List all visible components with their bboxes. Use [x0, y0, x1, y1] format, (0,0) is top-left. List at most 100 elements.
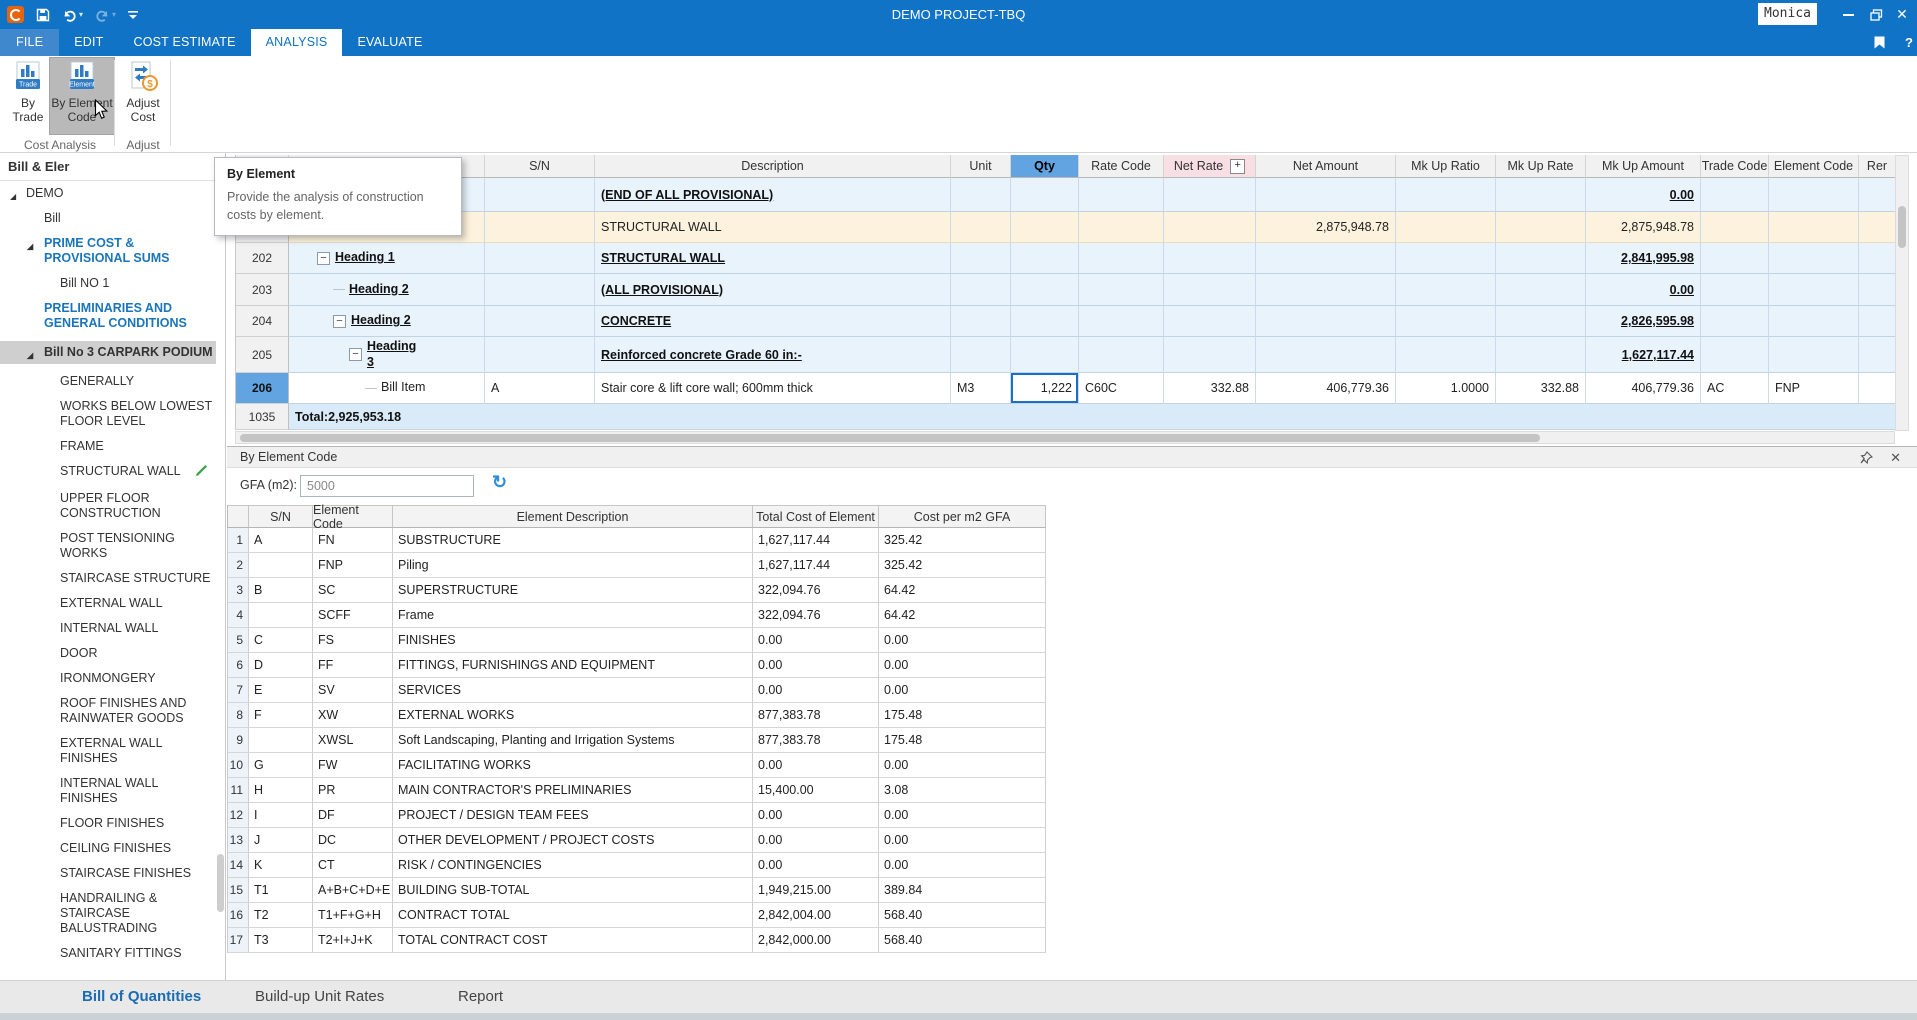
grid-cell-element[interactable]: [1769, 243, 1859, 274]
panel-row-3[interactable]: 3BSCSUPERSTRUCTURE322,094.7664.42: [228, 578, 1046, 603]
panel-cell-total[interactable]: 322,094.76: [753, 603, 879, 628]
sidebar-item-internal-wall[interactable]: INTERNAL WALL: [0, 621, 216, 636]
redo-icon[interactable]: ▾: [95, 8, 116, 22]
grid-cell-trade[interactable]: [1701, 337, 1769, 373]
grid-cell-mk_amount[interactable]: 1,627,117.44: [1586, 337, 1701, 373]
grid-col-header-description[interactable]: Description: [595, 155, 951, 178]
grid-col-header-mk-up-ratio[interactable]: Mk Up Ratio: [1396, 155, 1496, 178]
panel-cell-num[interactable]: 6: [228, 653, 249, 678]
grid-cell-unit[interactable]: [951, 212, 1011, 243]
panel-cell-sn[interactable]: [249, 728, 313, 753]
grid-cell-net_rate[interactable]: [1164, 306, 1256, 337]
grid-cell-num[interactable]: 206: [236, 373, 289, 404]
grid-cell-trade[interactable]: AC: [1701, 373, 1769, 404]
panel-col-header-s-n[interactable]: S/N: [249, 505, 313, 528]
grid-cell-type[interactable]: −Heading 1: [289, 243, 485, 274]
panel-cell-code[interactable]: FW: [313, 753, 393, 778]
panel-cell-total[interactable]: 0.00: [753, 853, 879, 878]
panel-cell-total[interactable]: 0.00: [753, 803, 879, 828]
help-icon[interactable]: ?: [1905, 29, 1913, 56]
sidebar-item-post-tensioning[interactable]: POST TENSIONING WORKS: [0, 531, 216, 561]
grid-cell-unit[interactable]: [951, 243, 1011, 274]
gfa-input[interactable]: [300, 475, 474, 497]
panel-cell-num[interactable]: 13: [228, 828, 249, 853]
grid-cell-rate_code[interactable]: [1079, 306, 1164, 337]
menu-tab-analysis[interactable]: ANALYSIS: [251, 29, 343, 56]
panel-col-header-element-description[interactable]: Element Description: [393, 505, 753, 528]
grid-cell-sn[interactable]: [485, 178, 595, 212]
panel-cell-sn[interactable]: T2: [249, 903, 313, 928]
panel-cell-code[interactable]: CT: [313, 853, 393, 878]
grid-cell-unit[interactable]: [951, 178, 1011, 212]
grid-cell-trade[interactable]: [1701, 212, 1769, 243]
panel-cell-desc[interactable]: OTHER DEVELOPMENT / PROJECT COSTS: [393, 828, 753, 853]
scrollbar-thumb[interactable]: [240, 434, 1540, 442]
sidebar-item-external-wall[interactable]: EXTERNAL WALL: [0, 596, 216, 611]
panel-cell-desc[interactable]: RISK / CONTINGENCIES: [393, 853, 753, 878]
panel-cell-per[interactable]: 389.84: [879, 878, 1046, 903]
panel-cell-desc[interactable]: SERVICES: [393, 678, 753, 703]
sidebar-item-ironmongery[interactable]: IRONMONGERY: [0, 671, 216, 686]
menu-tab-file[interactable]: FILE: [0, 29, 59, 56]
grid-cell-trade[interactable]: [1701, 274, 1769, 306]
panel-cell-code[interactable]: XWSL: [313, 728, 393, 753]
panel-cell-total[interactable]: 15,400.00: [753, 778, 879, 803]
grid-cell-type[interactable]: −Heading 2: [289, 306, 485, 337]
panel-cell-code[interactable]: SV: [313, 678, 393, 703]
grid-cell-rem[interactable]: [1859, 306, 1896, 337]
grid-row-206[interactable]: 206Bill ItemAStair core & lift core wall…: [236, 373, 1896, 404]
panel-cell-code[interactable]: SCFF: [313, 603, 393, 628]
grid-cell-desc[interactable]: (END OF ALL PROVISIONAL): [595, 178, 951, 212]
grid-cell-rate_code[interactable]: [1079, 243, 1164, 274]
grid-cell-net_rate[interactable]: [1164, 337, 1256, 373]
grid-cell-rate_code[interactable]: [1079, 337, 1164, 373]
panel-cell-code[interactable]: FF: [313, 653, 393, 678]
panel-cell-num[interactable]: 4: [228, 603, 249, 628]
panel-cell-code[interactable]: DF: [313, 803, 393, 828]
panel-cell-per[interactable]: 568.40: [879, 928, 1046, 953]
panel-cell-total[interactable]: 1,949,215.00: [753, 878, 879, 903]
panel-cell-total[interactable]: 1,627,117.44: [753, 553, 879, 578]
sidebar-item-staircase-structure[interactable]: STAIRCASE STRUCTURE: [0, 571, 216, 586]
sidebar-item-floor-finishes[interactable]: FLOOR FINISHES: [0, 816, 216, 831]
grid-cell-element[interactable]: [1769, 212, 1859, 243]
minimize-button[interactable]: [1837, 0, 1859, 29]
undo-icon[interactable]: ▾: [62, 8, 83, 22]
panel-cell-sn[interactable]: T3: [249, 928, 313, 953]
sidebar-item-works-below-lowest[interactable]: WORKS BELOW LOWEST FLOOR LEVEL: [0, 399, 216, 429]
panel-cell-desc[interactable]: FACILITATING WORKS: [393, 753, 753, 778]
grid-row-203[interactable]: 203Heading 2(ALL PROVISIONAL)0.00: [236, 274, 1896, 306]
panel-cell-code[interactable]: FN: [313, 528, 393, 553]
grid-cell-num[interactable]: 205: [236, 337, 289, 373]
panel-cell-per[interactable]: 325.42: [879, 553, 1046, 578]
panel-cell-sn[interactable]: K: [249, 853, 313, 878]
panel-cell-per[interactable]: 0.00: [879, 803, 1046, 828]
grid-cell-sn[interactable]: [485, 337, 595, 373]
panel-cell-desc[interactable]: PROJECT / DESIGN TEAM FEES: [393, 803, 753, 828]
panel-row-6[interactable]: 6DFFFITTINGS, FURNISHINGS AND EQUIPMENT0…: [228, 653, 1046, 678]
grid-cell-element[interactable]: FNP: [1769, 373, 1859, 404]
panel-cell-total[interactable]: 1,627,117.44: [753, 528, 879, 553]
grid-cell-net_rate[interactable]: [1164, 212, 1256, 243]
panel-cell-sn[interactable]: B: [249, 578, 313, 603]
grid-cell-net_rate[interactable]: [1164, 243, 1256, 274]
grid-cell-net_amount[interactable]: [1256, 178, 1396, 212]
grid-cell-mk_rate[interactable]: [1496, 178, 1586, 212]
grid-cell-rem[interactable]: [1859, 178, 1896, 212]
grid-cell-desc[interactable]: STRUCTURAL WALL: [595, 212, 951, 243]
grid-cell-type[interactable]: −Heading 3: [289, 337, 485, 373]
panel-cell-per[interactable]: 325.42: [879, 528, 1046, 553]
panel-cell-total[interactable]: 877,383.78: [753, 703, 879, 728]
grid-cell-desc[interactable]: Reinforced concrete Grade 60 in:-: [595, 337, 951, 373]
grid-cell-rem[interactable]: [1859, 373, 1896, 404]
panel-col-header-cost-per-m2-gfa[interactable]: Cost per m2 GFA: [879, 505, 1046, 528]
panel-cell-per[interactable]: 175.48: [879, 703, 1046, 728]
grid-cell-mk_ratio[interactable]: [1396, 337, 1496, 373]
grid-cell-qty[interactable]: [1011, 337, 1079, 373]
grid-total-row[interactable]: 1035Total:2,925,953.18: [236, 404, 1896, 430]
panel-cell-sn[interactable]: F: [249, 703, 313, 728]
grid-cell-rem[interactable]: [1859, 212, 1896, 243]
restore-button[interactable]: [1865, 0, 1887, 29]
panel-cell-num[interactable]: 9: [228, 728, 249, 753]
panel-cell-num[interactable]: 1: [228, 528, 249, 553]
